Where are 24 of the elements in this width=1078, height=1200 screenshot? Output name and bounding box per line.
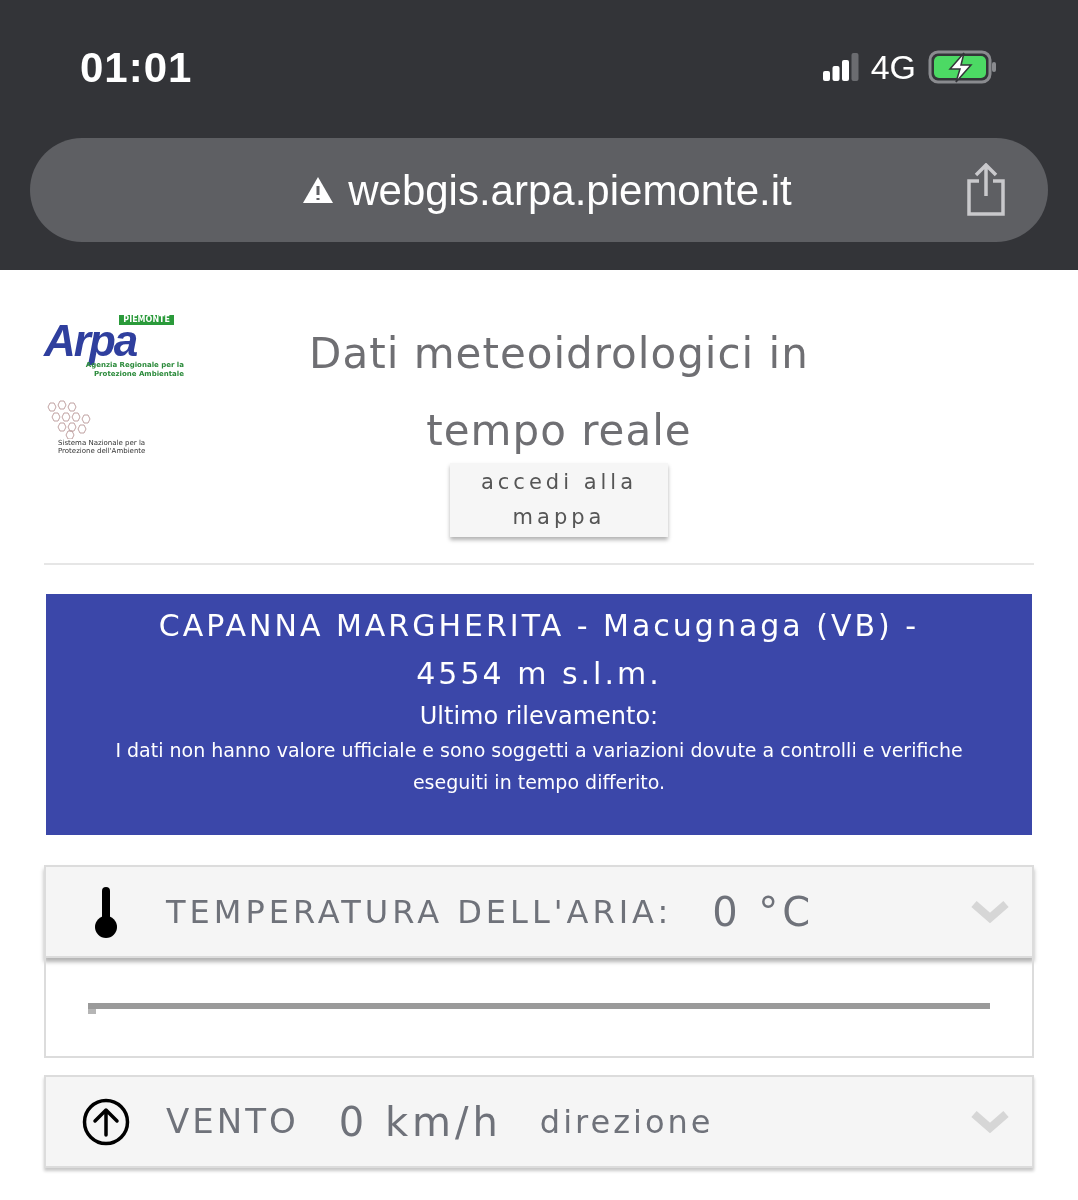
share-icon[interactable]: [964, 163, 1008, 217]
direction-label: direzione: [539, 1101, 714, 1143]
address-bar[interactable]: webgis.arpa.piemonte.it: [30, 138, 1048, 242]
station-title: CAPANNA MARGHERITA - Macugnaga (VB) - 4554 m s.l.m.: [157, 607, 921, 693]
warning-icon: [302, 176, 335, 204]
battery-charging-icon: [928, 50, 998, 84]
map-button[interactable]: accedi alla mappa: [450, 463, 668, 537]
measure-value: 0 °C: [712, 887, 815, 937]
url-text: webgis.arpa.piemonte.it: [348, 165, 792, 216]
thermometer-icon: [94, 884, 118, 939]
status-time: 01:01: [80, 42, 193, 93]
signal-icon: [822, 53, 859, 81]
chevron-icon[interactable]: [970, 1108, 1010, 1135]
page-title: Dati meteoidrologici in tempo reale: [308, 328, 810, 457]
accordion-header[interactable]: VENTO 0 km/h direzione: [44, 1075, 1034, 1168]
chevron-icon[interactable]: [970, 898, 1010, 925]
up-arrow-circle-icon: [82, 1097, 130, 1146]
measure-value: 0 km/h: [338, 1097, 502, 1147]
network-label: 4G: [870, 46, 916, 88]
measure-label: VENTO: [166, 1100, 299, 1143]
last-reading-label: Ultimo rilevamento:: [418, 701, 660, 732]
accordion-header[interactable]: TEMPERATURA DELL'ARIA: 0 °C: [44, 865, 1034, 958]
measure-label: TEMPERATURA DELL'ARIA:: [166, 891, 673, 933]
disclaimer-text: I dati non hanno valore ufficiale e sono soggetti a variazioni dovute a controlli e verifiche eseguiti in tempo differito.: [114, 738, 964, 795]
